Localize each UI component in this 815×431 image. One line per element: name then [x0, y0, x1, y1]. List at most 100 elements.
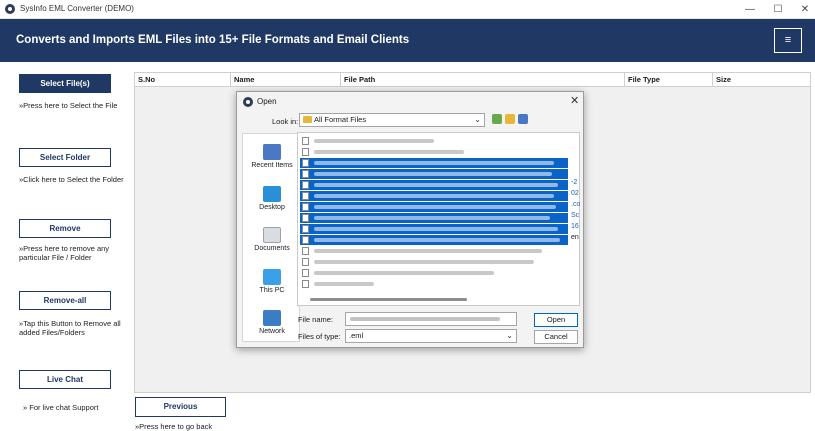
column-header-name[interactable]: Name — [231, 73, 341, 87]
eml-file-icon — [302, 159, 309, 167]
file-list-item[interactable] — [300, 213, 568, 223]
file-list-item[interactable] — [300, 279, 568, 289]
horizontal-scrollbar[interactable] — [300, 295, 577, 303]
maximize-button[interactable]: ☐ — [765, 2, 791, 17]
file-name-redacted — [314, 172, 552, 176]
app-header: Converts and Imports EML Files into 15+ … — [0, 19, 815, 62]
file-list-item[interactable] — [300, 246, 568, 256]
documents-icon — [263, 227, 281, 243]
eml-file-icon — [302, 280, 309, 288]
file-name-redacted — [314, 227, 558, 231]
file-name-redacted — [314, 271, 494, 275]
file-list-item[interactable] — [300, 235, 568, 245]
chevron-down-icon: ⌄ — [474, 115, 481, 124]
file-name-redacted — [314, 139, 434, 143]
remove-all-hint: »Tap this Button to Remove all added Fil… — [19, 319, 121, 337]
new-folder-icon[interactable] — [505, 114, 515, 124]
file-name-redacted — [314, 183, 558, 187]
select-folder-button[interactable]: Select Folder — [19, 148, 111, 167]
close-window-button[interactable]: ✕ — [792, 2, 815, 17]
up-folder-icon[interactable] — [492, 114, 502, 124]
file-list-item[interactable] — [300, 158, 568, 168]
overflow-text: Sc — [571, 212, 580, 219]
place-network[interactable]: Network — [243, 310, 301, 335]
file-name-redacted — [314, 249, 542, 253]
dialog-app-icon — [243, 97, 253, 107]
previous-button[interactable]: Previous — [135, 397, 226, 417]
file-list-item[interactable] — [300, 257, 568, 267]
place-label: Desktop — [259, 204, 285, 211]
file-name-redacted — [314, 260, 534, 264]
file-name-redacted — [314, 150, 464, 154]
remove-button[interactable]: Remove — [19, 219, 111, 238]
file-name-redacted — [314, 238, 560, 242]
eml-file-icon — [302, 137, 309, 145]
look-in-dropdown[interactable]: All Format Files ⌄ — [299, 113, 485, 127]
remove-all-button[interactable]: Remove-all — [19, 291, 111, 310]
live-chat-hint: » For live chat Support — [23, 403, 99, 412]
minimize-button[interactable]: — — [737, 2, 763, 17]
column-header-sno[interactable]: S.No — [135, 73, 231, 87]
view-menu-icon[interactable] — [518, 114, 528, 124]
column-header-size[interactable]: Size — [713, 73, 810, 87]
table-header: S.No Name File Path File Type Size — [135, 73, 810, 87]
cancel-button[interactable]: Cancel — [534, 330, 578, 344]
file-type-label: Files of type: — [298, 332, 341, 341]
network-icon — [263, 310, 281, 326]
column-header-file-type[interactable]: File Type — [625, 73, 713, 87]
place-label: Recent Items — [251, 162, 293, 169]
select-folder-hint: »Click here to Select the Folder — [19, 175, 124, 184]
file-name-value-redacted — [350, 317, 500, 321]
file-list-item[interactable] — [300, 268, 568, 278]
place-desktop[interactable]: Desktop — [243, 186, 301, 211]
file-list-item[interactable] — [300, 202, 568, 212]
folder-icon — [303, 116, 312, 123]
overflow-text: 02 — [571, 190, 579, 197]
app-logo-icon — [5, 4, 15, 14]
overflow-text: -2 — [571, 179, 578, 186]
file-list-item[interactable] — [300, 136, 568, 146]
place-documents[interactable]: Documents — [243, 227, 301, 252]
file-name-redacted — [314, 282, 374, 286]
open-button[interactable]: Open — [534, 313, 578, 327]
hamburger-menu-button[interactable]: ≡ — [774, 28, 802, 53]
file-type-dropdown[interactable]: .eml ⌄ — [345, 329, 517, 343]
dialog-close-button[interactable]: ✕ — [570, 94, 579, 107]
eml-file-icon — [302, 170, 309, 178]
eml-file-icon — [302, 225, 309, 233]
file-list-item[interactable] — [300, 224, 568, 234]
file-list-item[interactable] — [300, 191, 568, 201]
overflow-text: .co — [571, 201, 581, 208]
eml-file-icon — [302, 247, 309, 255]
eml-file-icon — [302, 203, 309, 211]
place-recent-items[interactable]: Recent Items — [243, 144, 301, 169]
file-list-item[interactable] — [300, 180, 568, 190]
file-name-input[interactable] — [345, 312, 517, 326]
column-header-file-path[interactable]: File Path — [341, 73, 625, 87]
file-name-redacted — [314, 205, 556, 209]
open-file-dialog: Open ✕ Look in: All Format Files ⌄ Recen… — [236, 91, 584, 348]
eml-file-icon — [302, 269, 309, 277]
file-list-item[interactable] — [300, 147, 568, 157]
eml-file-icon — [302, 258, 309, 266]
live-chat-button[interactable]: Live Chat — [19, 370, 111, 389]
overflow-text: en — [571, 234, 579, 241]
desktop-icon — [263, 186, 281, 202]
eml-file-icon — [302, 192, 309, 200]
file-name-redacted — [314, 194, 554, 198]
look-in-label: Look in: — [272, 117, 299, 126]
scrollbar-thumb[interactable] — [310, 298, 467, 301]
file-name-label: File name: — [298, 315, 334, 324]
file-name-redacted — [314, 216, 550, 220]
select-files-button[interactable]: Select File(s) — [19, 74, 111, 93]
eml-file-icon — [302, 181, 309, 189]
title-bar: SysInfo EML Converter (DEMO) — ☐ ✕ — [0, 0, 815, 19]
file-list-item[interactable] — [300, 169, 568, 179]
place-this-pc[interactable]: This PC — [243, 269, 301, 294]
eml-file-icon — [302, 148, 309, 156]
file-name-redacted — [314, 161, 554, 165]
window-title: SysInfo EML Converter (DEMO) — [20, 4, 134, 13]
file-list[interactable] — [297, 132, 580, 306]
file-type-value: .eml — [349, 331, 364, 340]
chevron-down-icon: ⌄ — [506, 331, 513, 340]
